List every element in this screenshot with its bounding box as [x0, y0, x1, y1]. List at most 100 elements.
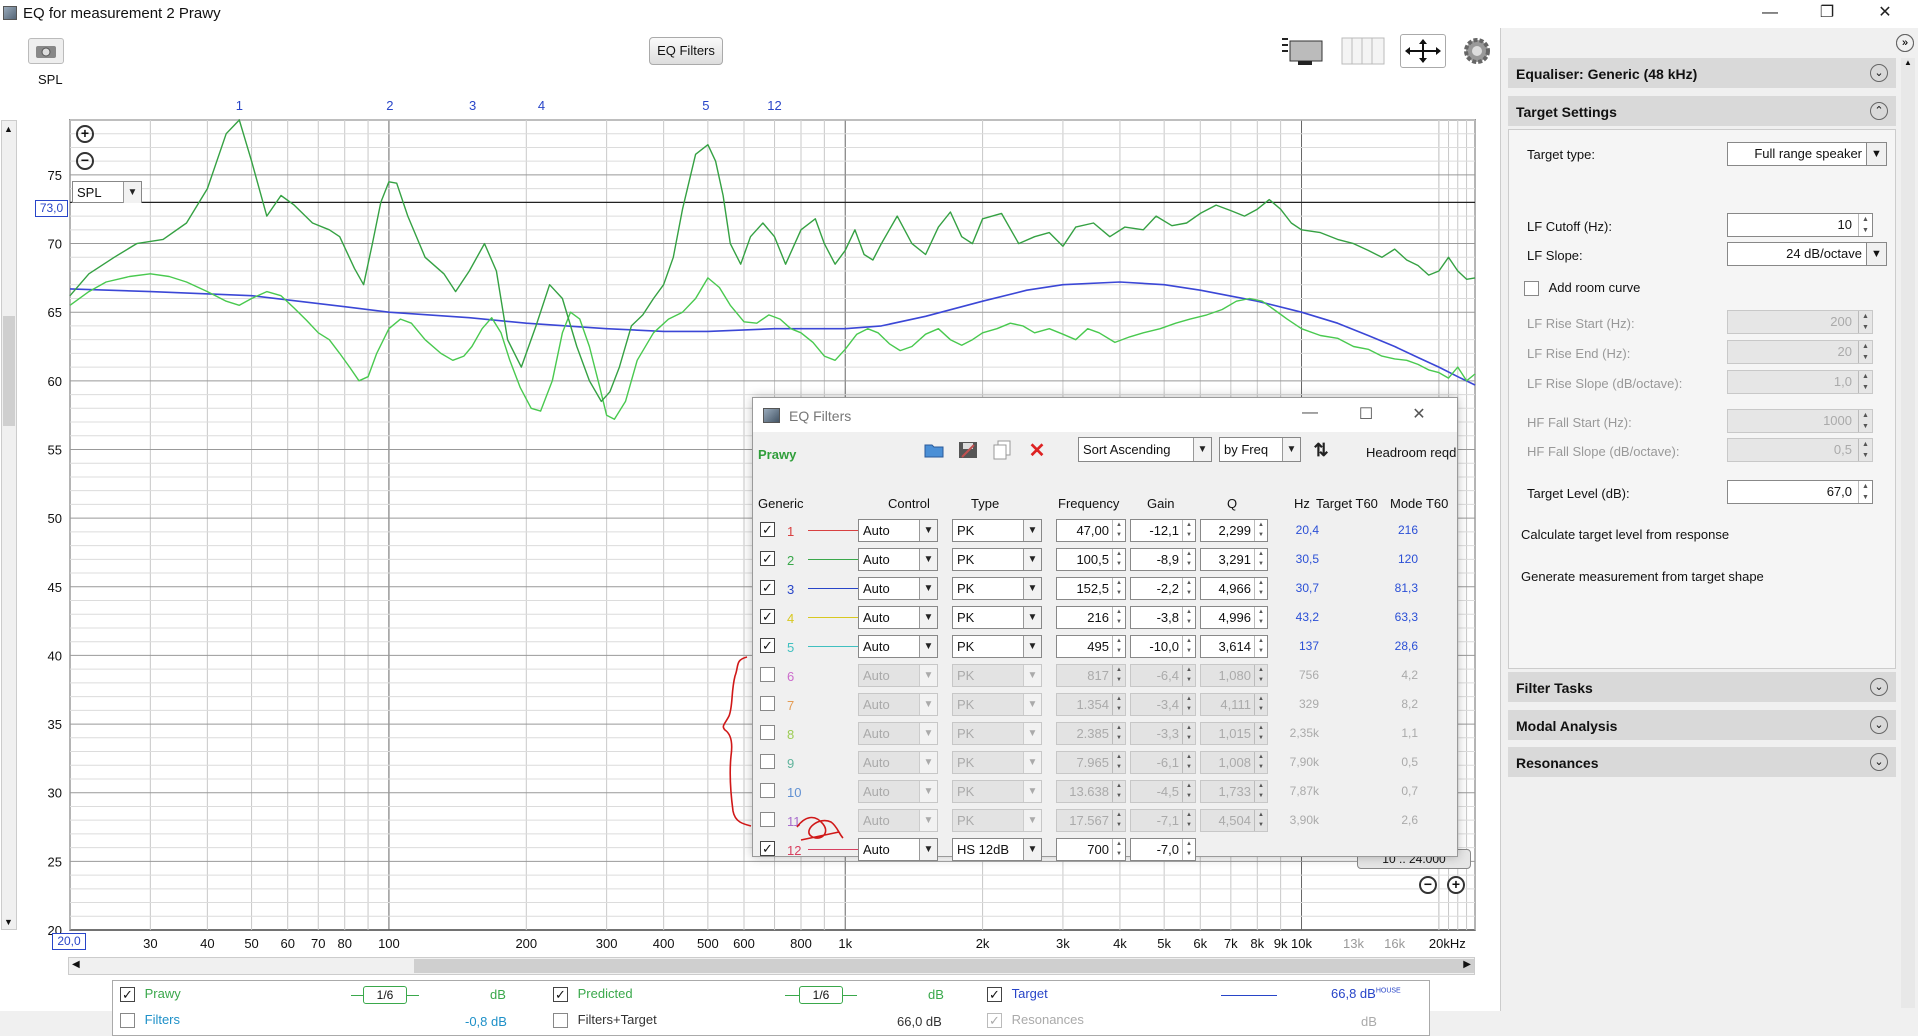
vertical-scrollbar-thumb[interactable] — [3, 316, 15, 426]
filter-control-select[interactable]: Auto ▼ — [858, 693, 938, 716]
horizontal-scrollbar-thumb[interactable] — [414, 959, 1474, 973]
close-button[interactable]: ✕ — [1860, 2, 1910, 26]
filter-frequency-field[interactable]: 152,5 ▲ ▼ — [1056, 577, 1126, 600]
filter-type-select[interactable]: PK ▼ — [952, 635, 1042, 658]
scroll-up-arrow[interactable]: ▲ — [4, 124, 13, 134]
stepper-icon[interactable]: ▲ ▼ — [1112, 520, 1125, 541]
delete-icon[interactable]: ✕ — [1023, 436, 1051, 464]
filter-frequency-field[interactable]: 17.567 ▲ ▼ — [1056, 809, 1126, 832]
filter-control-select[interactable]: Auto ▼ — [858, 780, 938, 803]
filter-frequency-field[interactable]: 1.354 ▲ ▼ — [1056, 693, 1126, 716]
lf-slope-select[interactable]: 24 dB/octave ▼ — [1727, 242, 1887, 266]
resonances-checkbox[interactable]: ✓ — [987, 1013, 1002, 1029]
vertical-scrollbar[interactable]: ▲ ▼ — [1, 120, 17, 930]
stepper-icon[interactable]: ▲ ▼ — [1182, 810, 1195, 831]
filter-enable-checkbox[interactable]: ✓ — [760, 638, 775, 653]
stepper-icon[interactable]: ▲ ▼ — [1112, 578, 1125, 599]
filter-q-field[interactable]: 1,733 ▲ ▼ — [1200, 780, 1268, 803]
stepper-icon[interactable]: ▲ ▼ — [1182, 752, 1195, 773]
filter-enable-checkbox[interactable]: ✓ — [760, 551, 775, 566]
filter-control-select[interactable]: Auto ▼ — [858, 751, 938, 774]
filter-frequency-field[interactable]: 47,00 ▲ ▼ — [1056, 519, 1126, 542]
filter-q-field[interactable]: 4,996 ▲ ▼ — [1200, 606, 1268, 629]
filter-gain-field[interactable]: -2,2 ▲ ▼ — [1130, 577, 1196, 600]
filter-type-select[interactable]: PK ▼ — [952, 751, 1042, 774]
filter-gain-field[interactable]: -3,8 ▲ ▼ — [1130, 606, 1196, 629]
filter-q-field[interactable]: 4,111 ▲ ▼ — [1200, 693, 1268, 716]
stepper-icon[interactable]: ▲ ▼ — [1112, 723, 1125, 744]
spl-select[interactable]: SPL ▼ — [72, 181, 142, 203]
lf-rise-slope-field[interactable]: 1,0 ▲ ▼ — [1727, 370, 1873, 394]
filter-type-select[interactable]: PK ▼ — [952, 780, 1042, 803]
lf-rise-start-field[interactable]: 200 ▲ ▼ — [1727, 310, 1873, 334]
filter-type-select[interactable]: PK ▼ — [952, 693, 1042, 716]
filter-frequency-field[interactable]: 13.638 ▲ ▼ — [1056, 780, 1126, 803]
filter-type-select[interactable]: PK ▼ — [952, 606, 1042, 629]
predicted-checkbox[interactable]: ✓ — [553, 987, 568, 1003]
filter-gain-field[interactable]: -3,4 ▲ ▼ — [1130, 693, 1196, 716]
filter-gain-field[interactable]: -8,9 ▲ ▼ — [1130, 548, 1196, 571]
dialog-close-button[interactable]: ✕ — [1404, 404, 1434, 424]
sort-select[interactable]: Sort Ascending ▼ — [1078, 437, 1212, 462]
camera-icon[interactable] — [28, 38, 64, 64]
filter-frequency-field[interactable]: 495 ▲ ▼ — [1056, 635, 1126, 658]
prawy-smoothing-button[interactable]: 1/6 — [363, 986, 407, 1004]
target-type-select[interactable]: Full range speaker ▼ — [1727, 142, 1887, 166]
hf-fall-start-field[interactable]: 1000 ▲ ▼ — [1727, 409, 1873, 433]
scroll-left-arrow[interactable]: ◀ — [72, 959, 80, 970]
copy-icon[interactable] — [988, 436, 1016, 464]
filter-control-select[interactable]: Auto ▼ — [858, 664, 938, 687]
minimize-button[interactable]: — — [1745, 2, 1795, 26]
stepper-icon[interactable]: ▲ ▼ — [1182, 549, 1195, 570]
filter-gain-field[interactable]: -10,0 ▲ ▼ — [1130, 635, 1196, 658]
sort-by-select[interactable]: by Freq ▼ — [1219, 437, 1301, 462]
filter-frequency-field[interactable]: 2.385 ▲ ▼ — [1056, 722, 1126, 745]
right-panel-scrollbar[interactable]: ▲ — [1901, 58, 1915, 1008]
target-settings-section[interactable]: Target Settings ⌃ — [1508, 96, 1896, 126]
dialog-minimize-button[interactable]: — — [1295, 404, 1325, 422]
stepper-icon[interactable]: ▲ ▼ — [1182, 607, 1195, 628]
hf-fall-slope-field[interactable]: 0,5 ▲ ▼ — [1727, 438, 1873, 462]
filter-control-select[interactable]: Auto ▼ — [858, 548, 938, 571]
stepper-icon[interactable]: ▲ ▼ — [1112, 549, 1125, 570]
columns-icon[interactable] — [1340, 34, 1386, 68]
filter-type-select[interactable]: PK ▼ — [952, 548, 1042, 571]
filter-gain-field[interactable]: -7,1 ▲ ▼ — [1130, 809, 1196, 832]
filter-frequency-field[interactable]: 100,5 ▲ ▼ — [1056, 548, 1126, 571]
filter-control-select[interactable]: Auto ▼ — [858, 809, 938, 832]
stepper-icon[interactable]: ▲ ▼ — [1112, 694, 1125, 715]
legend-filters[interactable]: Filters — [120, 1012, 180, 1029]
filter-control-select[interactable]: Auto ▼ — [858, 519, 938, 542]
zoom-out-x-icon[interactable]: − — [1419, 876, 1437, 894]
filter-q-field[interactable]: 1,008 ▲ ▼ — [1200, 751, 1268, 774]
right-panel-collapse[interactable]: » — [1896, 34, 1914, 52]
target-checkbox[interactable]: ✓ — [987, 987, 1002, 1003]
filters-target-checkbox[interactable] — [553, 1013, 568, 1029]
scroll-right-arrow[interactable]: ▶ — [1463, 959, 1471, 970]
lf-rise-end-field[interactable]: 20 ▲ ▼ — [1727, 340, 1873, 364]
graph-layout-icon[interactable] — [1279, 34, 1327, 68]
resonances-section[interactable]: Resonances ⌄ — [1508, 747, 1896, 777]
expand-icon[interactable]: ⌄ — [1870, 64, 1888, 82]
filter-frequency-field[interactable]: 817 ▲ ▼ — [1056, 664, 1126, 687]
stepper-icon[interactable]: ▲ ▼ — [1858, 410, 1872, 432]
stepper-icon[interactable]: ▲ ▼ — [1858, 341, 1872, 363]
filter-type-select[interactable]: PK ▼ — [952, 722, 1042, 745]
maximize-button[interactable]: ❐ — [1802, 2, 1852, 26]
stepper-icon[interactable]: ▲ ▼ — [1182, 636, 1195, 657]
predicted-smoothing-button[interactable]: 1/6 — [799, 986, 843, 1004]
filter-gain-field[interactable]: -3,3 ▲ ▼ — [1130, 722, 1196, 745]
stepper-icon[interactable]: ▲ ▼ — [1182, 665, 1195, 686]
filter-gain-field[interactable]: -4,5 ▲ ▼ — [1130, 780, 1196, 803]
filter-q-field[interactable]: 4,966 ▲ ▼ — [1200, 577, 1268, 600]
filter-frequency-field[interactable]: 7.965 ▲ ▼ — [1056, 751, 1126, 774]
stepper-icon[interactable]: ▲ ▼ — [1182, 781, 1195, 802]
filter-gain-field[interactable]: -7,0 ▲ ▼ — [1130, 838, 1196, 861]
horizontal-scrollbar[interactable]: ◀ ▶ — [68, 957, 1475, 975]
stepper-icon[interactable]: ▲ ▼ — [1112, 781, 1125, 802]
scroll-down-arrow[interactable]: ▼ — [4, 917, 13, 927]
legend-predicted[interactable]: ✓ Predicted — [553, 986, 633, 1003]
legend-prawy[interactable]: ✓ Prawy — [120, 986, 181, 1003]
expand-icon[interactable]: ⌄ — [1870, 678, 1888, 696]
filter-enable-checkbox[interactable]: ✓ — [760, 609, 775, 624]
